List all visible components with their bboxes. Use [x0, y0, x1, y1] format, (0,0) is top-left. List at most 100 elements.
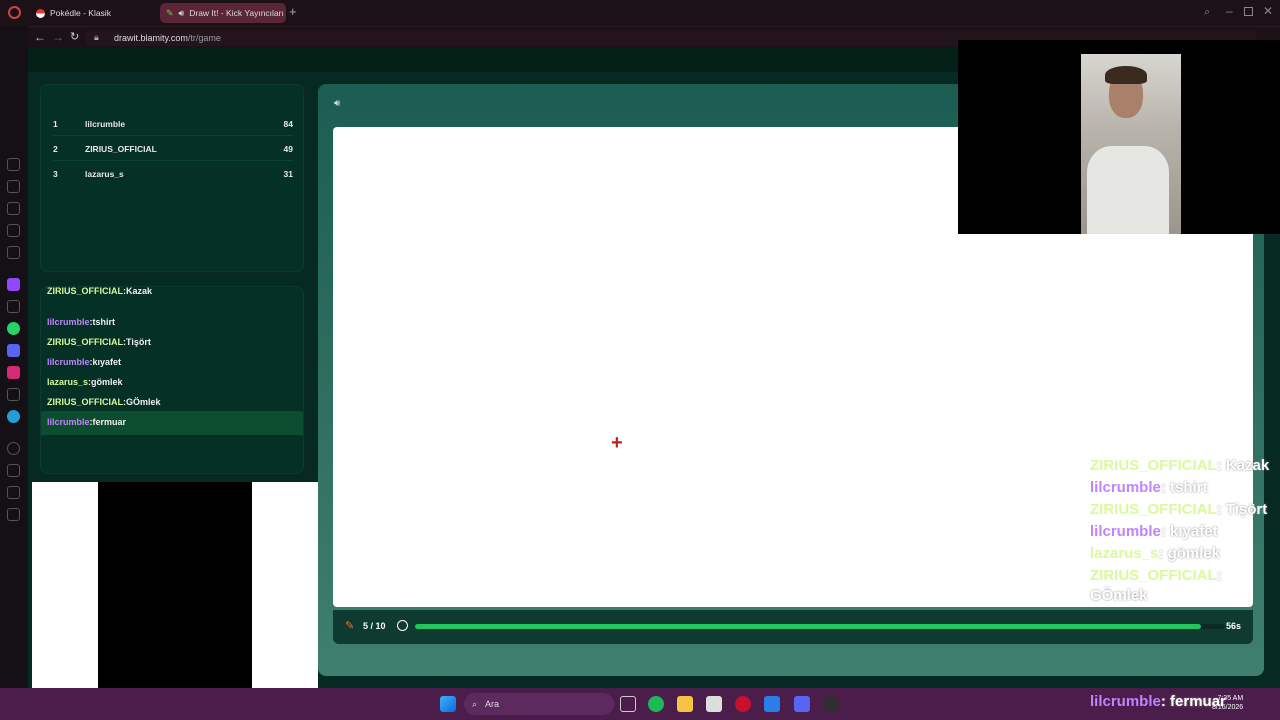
chat-message: lazarus_s: gömlek	[47, 377, 123, 387]
brush-icon[interactable]	[7, 246, 20, 259]
player-name: lazarus_s	[85, 169, 124, 179]
tiktok-icon[interactable]	[7, 388, 20, 401]
eraser-icon[interactable]	[7, 202, 20, 215]
chat-text: Tişört	[126, 337, 151, 347]
chat-user: lazarus_s	[47, 377, 89, 387]
streamer-shirt	[1087, 146, 1169, 234]
chat-message: lilcrumble: tshirt	[47, 317, 116, 327]
overlay-message: ZIRIUS_OFFICIAL: Kazak	[1090, 457, 1270, 474]
chat-message: ZIRIUS_OFFICIAL: Tişört	[47, 337, 151, 347]
eye-icon[interactable]	[7, 224, 20, 237]
chat-user: ZIRIUS_OFFICIAL	[47, 337, 123, 347]
leaderboard-row: 2 ZIRIUS_OFFICIAL 49	[53, 137, 293, 161]
task-view-icon[interactable]	[620, 696, 636, 712]
tab-label: Pokédle - Klasik	[50, 8, 111, 18]
leaderboard-row: 1 lilcrumble 84	[53, 112, 293, 136]
reload-icon[interactable]: ↻	[70, 30, 79, 43]
chat-message: lilcrumble: kıyafet	[47, 357, 122, 367]
url-host: drawit.blamity.com	[114, 33, 188, 43]
time-remaining: 56s	[1225, 621, 1241, 631]
obs-icon[interactable]	[823, 696, 839, 712]
chat-text: Kazak	[126, 286, 153, 296]
overlay-message: ZIRIUS_OFFICIAL: GÖmlek	[1090, 567, 1222, 604]
whatsapp-icon[interactable]	[7, 322, 20, 335]
leaderboard-row: 3 lazarus_s 31	[53, 162, 293, 186]
chat-user: lilcrumble	[47, 417, 90, 427]
webcam-overlay	[958, 40, 1280, 234]
forward-icon[interactable]: →	[52, 30, 64, 44]
volume-icon[interactable]: 🔊︎	[334, 98, 340, 109]
chat-user: lilcrumble	[47, 357, 90, 367]
opera-icon[interactable]	[735, 696, 751, 712]
chat-text: fermuar	[92, 417, 127, 427]
pen-tool-icon[interactable]	[7, 180, 20, 193]
chat-panel[interactable]: ZIRIUS_OFFICIAL: Kazak lilcrumble: tshirt …	[40, 286, 304, 474]
store-icon[interactable]	[706, 696, 722, 712]
player-score: 31	[283, 169, 293, 179]
app-icon[interactable]	[764, 696, 780, 712]
browser-logo-icon[interactable]	[8, 6, 21, 19]
chat-user: ZIRIUS_OFFICIAL	[47, 397, 123, 407]
maximize-button[interactable]	[1244, 7, 1253, 16]
instagram-icon[interactable]	[7, 366, 20, 379]
chat-message: lilcrumble: fermuar	[47, 417, 127, 427]
discord-icon[interactable]	[7, 344, 20, 357]
leaderboard-panel: 1 lilcrumble 84 2 ZIRIUS_OFFICIAL 49 3 l…	[40, 84, 304, 272]
search-tabs-icon[interactable]: ⌕	[1204, 6, 1210, 19]
pencil-icon: ✎	[166, 7, 174, 18]
tab-bar: Pokédle - Klasik ✎ 🔊︎ Draw It! - Kick Ya…	[0, 0, 1280, 26]
rank: 1	[53, 118, 58, 129]
close-window-button[interactable]: ✕	[1263, 4, 1273, 18]
overlay-message: ZIRIUS_OFFICIAL: Tişört	[1090, 501, 1268, 518]
lock-icon: 🔒︎	[94, 32, 99, 42]
send-icon[interactable]	[7, 464, 20, 477]
new-tab-button[interactable]: +	[289, 5, 297, 19]
video-feed	[98, 482, 252, 720]
sidebar-rail	[0, 26, 28, 690]
game-status-bar: ✎ 5 / 10 56s	[333, 610, 1253, 644]
chat-text: tshirt	[92, 317, 116, 327]
discord-taskbar-icon[interactable]	[794, 696, 810, 712]
chat-message: ZIRIUS_OFFICIAL: GÖmlek	[47, 397, 161, 407]
twitch-icon[interactable]	[7, 278, 20, 291]
crosshair-cursor-icon: +	[611, 432, 623, 454]
back-icon[interactable]: ←	[34, 30, 46, 44]
stream-chat-overlay: ZIRIUS_OFFICIAL: Kazak lilcrumble: tshir…	[1090, 456, 1270, 608]
search-label: Ara	[485, 699, 500, 709]
time-progress-fill	[415, 624, 1201, 629]
time-progress	[415, 624, 1225, 629]
url-path: /tr/game	[187, 33, 221, 43]
chat-user: ZIRIUS_OFFICIAL	[47, 286, 123, 296]
player-name: ZIRIUS_OFFICIAL	[85, 143, 157, 154]
pokeball-icon	[36, 8, 45, 18]
streamer-hair	[1105, 66, 1147, 84]
overlay-message: lazarus_s: gömlek	[1090, 545, 1221, 562]
player-icon[interactable]	[7, 158, 20, 171]
start-icon[interactable]	[440, 696, 456, 712]
chat-text: kıyafet	[92, 357, 122, 367]
telegram-icon[interactable]	[7, 410, 20, 423]
overlay-message: lilcrumble: fermuar	[1090, 693, 1226, 710]
player-name: lilcrumble	[85, 118, 126, 129]
chat-message: ZIRIUS_OFFICIAL: Kazak	[47, 286, 153, 296]
webcam-feed	[1081, 54, 1181, 234]
minimize-button[interactable]: –	[1226, 4, 1233, 18]
settings-icon[interactable]	[7, 508, 20, 521]
speaker-icon: 🔊︎	[178, 7, 185, 18]
taskbar-search[interactable]: ⌕ Ara	[464, 693, 614, 715]
taskbar: ⌕ Ara 7:35 AM 8/16/2026	[0, 688, 1280, 720]
rank: 3	[53, 169, 58, 179]
player-score: 49	[283, 143, 293, 154]
overlay-message: lilcrumble: kıyafet	[1090, 523, 1218, 540]
tab-label: Draw It! - Kick Yayıncıları	[189, 8, 284, 18]
bag-icon[interactable]	[7, 486, 20, 499]
history-icon[interactable]	[7, 442, 20, 455]
tab-drawit[interactable]: ✎ 🔊︎ Draw It! - Kick Yayıncıları	[160, 3, 286, 23]
search-icon: ⌕	[472, 698, 478, 709]
spotify-icon[interactable]	[648, 696, 664, 712]
tab-pokedle[interactable]: Pokédle - Klasik	[30, 3, 158, 23]
player-score: 84	[283, 118, 293, 129]
timer-icon	[397, 620, 408, 631]
extension-icon[interactable]	[7, 300, 20, 313]
file-explorer-icon[interactable]	[677, 696, 693, 712]
